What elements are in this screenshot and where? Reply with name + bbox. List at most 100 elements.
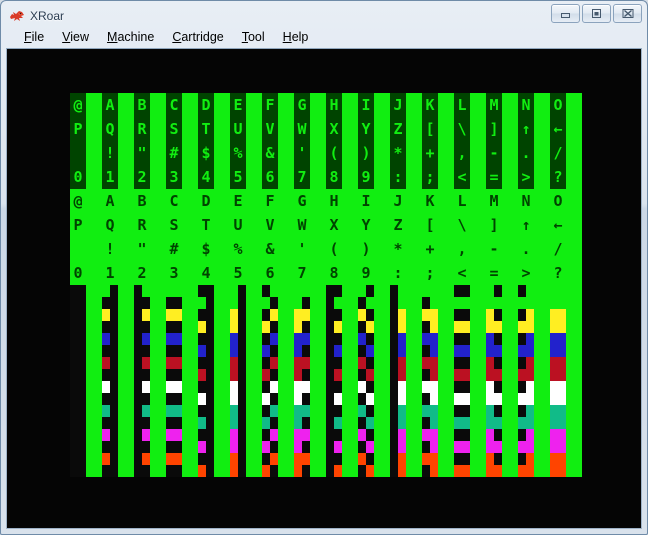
- vdg-char-cell: [182, 261, 198, 285]
- vdg-quadrant: [158, 321, 166, 333]
- vdg-char-cell: [406, 141, 422, 165]
- vdg-graphics-cell: [278, 333, 294, 357]
- vdg-graphics-cell: [550, 429, 566, 453]
- menu-item-file[interactable]: File: [16, 29, 52, 47]
- vdg-quadrant: [214, 309, 222, 321]
- menu-item-view[interactable]: View: [54, 29, 97, 47]
- vdg-quadrant: [246, 405, 254, 417]
- close-button[interactable]: [613, 4, 642, 23]
- vdg-quadrant: [126, 465, 134, 477]
- vdg-quadrant: [206, 309, 214, 321]
- vdg-quadrant: [470, 405, 478, 417]
- vdg-quadrant: [150, 405, 158, 417]
- vdg-char-cell: [278, 165, 294, 189]
- vdg-quadrant: [182, 297, 190, 309]
- vdg-graphics-cell: [550, 357, 566, 381]
- vdg-char-cell: [150, 237, 166, 261]
- vdg-graphics-cell: [230, 285, 246, 309]
- emulator-screen[interactable]: @ A B C D E F G H I J K L M N O P Q R S …: [6, 48, 642, 529]
- vdg-quadrant: [70, 357, 78, 369]
- vdg-char-cell: [566, 117, 582, 141]
- vdg-quadrant: [286, 393, 294, 405]
- vdg-quadrant: [206, 417, 214, 429]
- vdg-graphics-cell: [118, 357, 134, 381]
- vdg-quadrant: [398, 381, 406, 393]
- vdg-quadrant: [342, 453, 350, 465]
- vdg-quadrant: [142, 417, 150, 429]
- vdg-quadrant: [102, 333, 110, 345]
- vdg-quadrant: [558, 321, 566, 333]
- vdg-quadrant: [230, 417, 238, 429]
- menu-item-tool[interactable]: Tool: [234, 29, 273, 47]
- vdg-char-cell: [502, 237, 518, 261]
- vdg-quadrant: [86, 321, 94, 333]
- vdg-quadrant: [462, 441, 470, 453]
- vdg-quadrant: [566, 393, 574, 405]
- vdg-graphics-cell: [406, 333, 422, 357]
- vdg-char-cell: 1: [102, 165, 118, 189]
- vdg-quadrant: [238, 309, 246, 321]
- vdg-quadrant: [222, 321, 230, 333]
- vdg-char-cell: ↑: [518, 213, 534, 237]
- vdg-quadrant: [126, 309, 134, 321]
- menu-item-machine[interactable]: Machine: [99, 29, 162, 47]
- vdg-quadrant: [390, 405, 398, 417]
- vdg-quadrant: [78, 321, 86, 333]
- minimize-button[interactable]: [551, 4, 580, 23]
- vdg-quadrant: [246, 297, 254, 309]
- vdg-char-cell: T: [198, 117, 214, 141]
- maximize-button[interactable]: [582, 4, 611, 23]
- vdg-char-cell: 1: [102, 261, 118, 285]
- vdg-quadrant: [174, 405, 182, 417]
- vdg-quadrant: [430, 285, 438, 297]
- vdg-quadrant: [518, 297, 526, 309]
- vdg-quadrant: [446, 393, 454, 405]
- vdg-graphics-cell: [182, 357, 198, 381]
- vdg-graphics-cell: [502, 357, 518, 381]
- vdg-quadrant: [158, 309, 166, 321]
- vdg-quadrant: [94, 345, 102, 357]
- vdg-graphics-cell: [534, 405, 550, 429]
- vdg-quadrant: [150, 453, 158, 465]
- menu-item-help[interactable]: Help: [275, 29, 317, 47]
- vdg-quadrant: [382, 381, 390, 393]
- vdg-graphics-cell: [422, 357, 438, 381]
- vdg-quadrant: [550, 285, 558, 297]
- vdg-quadrant: [470, 369, 478, 381]
- vdg-quadrant: [462, 297, 470, 309]
- vdg-quadrant: [206, 297, 214, 309]
- vdg-quadrant: [110, 381, 118, 393]
- menu-item-cartridge[interactable]: Cartridge: [164, 29, 231, 47]
- vdg-quadrant: [454, 465, 462, 477]
- vdg-quadrant: [198, 405, 206, 417]
- vdg-graphics-cell: [262, 333, 278, 357]
- vdg-quadrant: [566, 345, 574, 357]
- vdg-char-cell: [534, 261, 550, 285]
- vdg-graphics-cell: [214, 357, 230, 381]
- vdg-quadrant: [326, 369, 334, 381]
- vdg-char-cell: [470, 261, 486, 285]
- vdg-char-cell: [70, 237, 86, 261]
- vdg-quadrant: [534, 345, 542, 357]
- vdg-graphics-cell: [566, 285, 582, 309]
- vdg-quadrant: [334, 357, 342, 369]
- vdg-char-cell: B: [134, 93, 150, 117]
- vdg-char-cell: I: [358, 189, 374, 213]
- vdg-char-cell: ,: [454, 237, 470, 261]
- vdg-graphics-cell: [486, 357, 502, 381]
- vdg-quadrant: [86, 357, 94, 369]
- vdg-quadrant: [398, 285, 406, 297]
- vdg-graphics-cell: [310, 309, 326, 333]
- vdg-char-cell: [502, 93, 518, 117]
- vdg-quadrant: [534, 405, 542, 417]
- vdg-quadrant: [494, 465, 502, 477]
- vdg-char-cell: [150, 141, 166, 165]
- vdg-char-cell: [246, 141, 262, 165]
- vdg-quadrant: [366, 369, 374, 381]
- vdg-quadrant: [342, 441, 350, 453]
- vdg-quadrant: [286, 465, 294, 477]
- vdg-quadrant: [246, 441, 254, 453]
- vdg-quadrant: [510, 345, 518, 357]
- vdg-quadrant: [110, 405, 118, 417]
- vdg-char-cell: [118, 237, 134, 261]
